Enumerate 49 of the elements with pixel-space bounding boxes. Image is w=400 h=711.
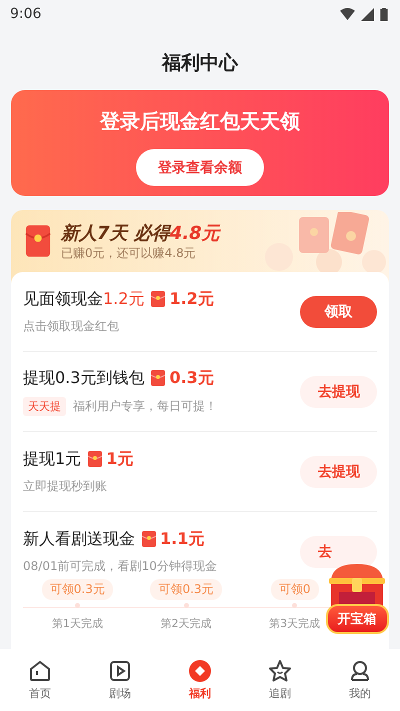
home-icon [28, 659, 52, 683]
task-reward: 1.1元 [160, 528, 204, 550]
play-icon [108, 659, 132, 683]
task-reward: 1元 [106, 448, 134, 470]
task-button[interactable]: 领取 [300, 296, 377, 328]
envelope-icon [25, 224, 51, 258]
tab-item[interactable]: 首页 [10, 659, 70, 701]
star-icon [268, 659, 292, 683]
tab-item[interactable]: 剧场 [90, 659, 150, 701]
task-reward: 0.3元 [169, 368, 214, 388]
newbie-title: 新人7天 必得 [61, 222, 170, 244]
page-title: 福利中心 [160, 51, 240, 76]
step-label: 第1天完成 [52, 616, 103, 631]
envelope-icon [142, 531, 156, 547]
newbie-subtitle: 已赚0元，还可以赚4.8元 [61, 244, 197, 262]
signal-icon [360, 8, 375, 20]
status-time: 9:06 [10, 6, 42, 22]
task-title: 见面领现金 [23, 288, 103, 310]
envelope-icon [151, 291, 166, 307]
step-label: 第3天完成 [269, 616, 320, 631]
task-button[interactable]: 去提现 [300, 376, 377, 408]
login-button[interactable]: 登录查看余额 [136, 149, 264, 186]
reward-bubble: 可领0 [270, 579, 318, 600]
battery-icon [380, 8, 388, 20]
task-title: 提现1元 [23, 448, 82, 470]
task-title: 提现0.3元到钱包 [23, 368, 144, 388]
task-button[interactable]: 去 [300, 536, 377, 568]
step-label: 第2天完成 [160, 616, 212, 631]
task-title: 新人看剧送现金 [23, 528, 135, 550]
task-description: 立即提现秒到账 [23, 478, 107, 494]
task-reward: 1.2元 [169, 288, 214, 310]
reward-bubble: 可领0.3元 [150, 579, 222, 600]
envelope-icon [151, 370, 166, 386]
person-icon [348, 659, 372, 683]
open-chest-button[interactable]: 开宝箱 [326, 604, 388, 634]
envelope-icon [88, 451, 102, 467]
task-button[interactable]: 去提现 [300, 456, 377, 488]
banner-headline: 登录后现金红包天天领 [100, 108, 300, 135]
task-description: 点击领取现金红包 [23, 318, 119, 334]
task-tag: 天天提 [23, 396, 66, 416]
newbie-amount: 4.8元 [170, 222, 220, 244]
task-description: 08/01前可完成，看剧10分钟得现金 [23, 558, 217, 574]
tab-item[interactable]: 我的 [330, 659, 390, 701]
wifi-icon [340, 8, 355, 20]
reward-bubble: 可领0.3元 [42, 579, 113, 600]
tab-item[interactable]: 追剧 [250, 659, 310, 701]
task-amount: 1.2元 [103, 288, 144, 310]
tab-item[interactable]: 福利 [170, 659, 230, 701]
task-description: 福利用户专享，每日可提！ [73, 398, 217, 414]
